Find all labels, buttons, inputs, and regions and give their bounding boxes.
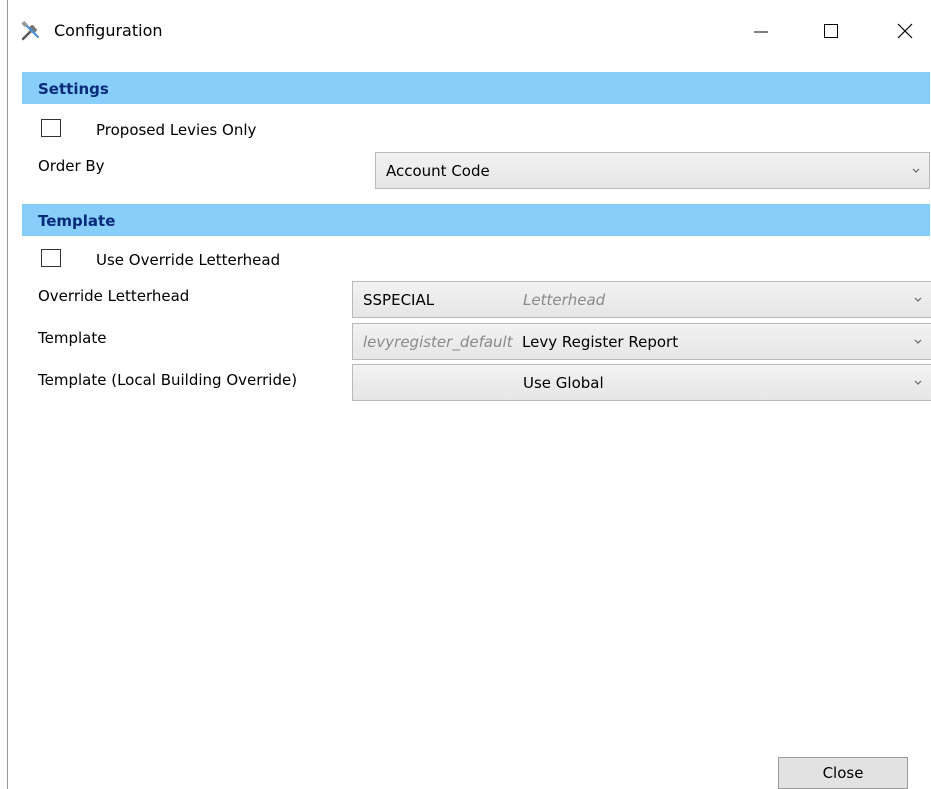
desktop-background xyxy=(0,0,7,789)
use-override-letterhead-label: Use Override Letterhead xyxy=(96,251,281,269)
template-name: Levy Register Report xyxy=(522,333,679,351)
local-building-override-value: Use Global xyxy=(523,374,604,392)
template-dropdown[interactable]: levyregister_default Levy Register Repor… xyxy=(352,323,931,360)
template-label: Template xyxy=(38,329,107,347)
template-code: levyregister_default xyxy=(363,333,513,351)
configuration-window: Configuration Settings Proposed Levies O… xyxy=(7,0,931,789)
maximize-icon xyxy=(824,24,838,38)
proposed-levies-label: Proposed Levies Only xyxy=(96,121,257,139)
template-section-header: Template xyxy=(22,204,930,236)
settings-section-header: Settings xyxy=(22,72,930,104)
override-letterhead-dropdown[interactable]: SSPECIAL Letterhead xyxy=(352,281,931,318)
chevron-down-icon xyxy=(911,292,925,306)
chevron-down-icon xyxy=(909,163,923,177)
window-title: Configuration xyxy=(54,21,163,40)
close-window-button[interactable] xyxy=(882,12,928,50)
minimize-icon xyxy=(754,31,768,33)
override-letterhead-label: Override Letterhead xyxy=(38,287,190,305)
proposed-levies-checkbox[interactable] xyxy=(41,119,61,137)
minimize-button[interactable] xyxy=(738,12,784,50)
title-bar[interactable]: Configuration xyxy=(8,0,931,62)
local-building-override-dropdown[interactable]: Use Global xyxy=(352,364,931,401)
local-building-override-label: Template (Local Building Override) xyxy=(38,371,298,389)
maximize-button[interactable] xyxy=(808,12,854,50)
chevron-down-icon xyxy=(911,334,925,348)
chevron-down-icon xyxy=(911,375,925,389)
close-icon xyxy=(897,23,913,39)
override-letterhead-type: Letterhead xyxy=(523,291,606,309)
order-by-label: Order By xyxy=(38,157,105,175)
order-by-dropdown[interactable]: Account Code xyxy=(375,152,930,189)
tools-icon xyxy=(20,20,42,42)
close-button[interactable]: Close xyxy=(778,757,908,789)
override-letterhead-code: SSPECIAL xyxy=(363,291,435,309)
order-by-value: Account Code xyxy=(386,162,490,180)
use-override-letterhead-checkbox[interactable] xyxy=(41,249,61,267)
